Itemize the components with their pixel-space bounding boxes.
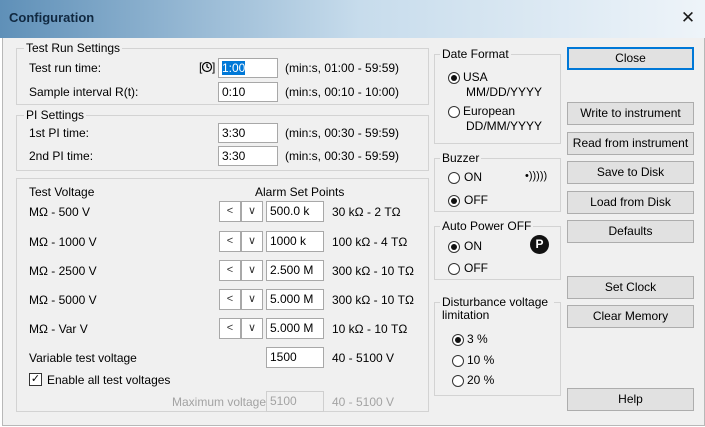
buzzer-on-label: ON [464,170,482,184]
date-format-legend: Date Format [440,47,511,61]
alarm-dropdown-button[interactable]: ∨ [241,318,263,339]
sample-interval-label: Sample interval R(t): [29,85,139,99]
alarm-decrease-button[interactable]: < [219,231,241,252]
alarm-dropdown-button[interactable]: ∨ [241,260,263,281]
auto-power-off-radio[interactable] [448,263,460,275]
variable-voltage-input[interactable]: 1500 [266,347,324,368]
voltage-row-label: MΩ - 5000 V [29,293,97,307]
disturbance-20-label: 20 % [467,373,495,387]
window-close-button[interactable]: ✕ [677,8,699,28]
alarm-value-input[interactable]: 5.000 M [266,289,324,310]
pi2-input[interactable]: 3:30 [218,146,278,166]
alarm-value-input[interactable]: 1000 k [266,231,324,252]
load-from-disk-button[interactable]: Load from Disk [567,191,694,214]
date-usa-radio[interactable] [448,72,460,84]
max-voltage-range: 40 - 5100 V [332,395,395,409]
pi1-range: (min:s, 00:30 - 59:59) [285,126,400,140]
save-to-disk-button[interactable]: Save to Disk [567,161,694,184]
sound-icon: •))))) [525,170,548,182]
clear-memory-button[interactable]: Clear Memory [567,305,694,328]
run-time-label: Test run time: [29,61,102,75]
date-european-format: DD/MM/YYYY [466,119,543,133]
window-title: Configuration [9,10,95,25]
sample-interval-range: (min:s, 00:10 - 10:00) [285,85,400,99]
pi2-label: 2nd PI time: [29,149,94,163]
set-clock-button[interactable]: Set Clock [567,276,694,299]
variable-voltage-label: Variable test voltage [29,351,137,365]
disturbance-20-radio[interactable] [452,375,464,387]
alarm-decrease-button[interactable]: < [219,260,241,281]
svg-text:]: ] [212,60,215,74]
disturbance-10-radio[interactable] [452,355,464,367]
pi1-label: 1st PI time: [29,126,90,140]
close-button[interactable]: Close [567,47,694,70]
disturbance-3-label: 3 % [467,332,488,346]
alarm-decrease-button[interactable]: < [219,201,241,222]
buzzer-legend: Buzzer [440,151,482,165]
auto-power-on-radio[interactable] [448,241,460,253]
alarm-range: 100 kΩ - 4 TΩ [332,235,408,249]
disturbance-3-radio[interactable] [452,334,464,346]
run-time-value: 1:00 [222,61,246,75]
disturbance-legend: Disturbance voltage limitation [440,296,554,322]
enable-all-label: Enable all test voltages [47,373,171,387]
disturbance-10-label: 10 % [467,353,495,367]
power-badge-icon: P [530,235,549,254]
max-voltage-label: Maximum voltage: [172,395,270,409]
date-usa-format: MM/DD/YYYY [466,85,543,99]
alarm-dropdown-button[interactable]: ∨ [241,289,263,310]
title-bar [0,0,705,38]
buzzer-off-label: OFF [464,193,488,207]
help-button[interactable]: Help [567,388,694,411]
voltage-row-label: MΩ - 1000 V [29,235,97,249]
alarm-value-input[interactable]: 5.000 M [266,318,324,339]
voltage-row-label: MΩ - 2500 V [29,264,97,278]
alarm-set-points-header: Alarm Set Points [255,185,345,199]
auto-power-off-label: OFF [464,261,488,275]
timer-icon[interactable]: [] [199,59,215,75]
alarm-range: 10 kΩ - 10 TΩ [332,322,408,336]
alarm-decrease-button[interactable]: < [219,318,241,339]
run-time-input[interactable]: 1:00 [218,58,278,78]
enable-all-checkbox[interactable]: ✓ [29,373,42,386]
date-european-radio[interactable] [448,106,460,118]
date-usa-label: USA [463,70,488,84]
buzzer-off-radio[interactable] [448,195,460,207]
voltage-row-label: MΩ - 500 V [29,205,90,219]
defaults-button[interactable]: Defaults [567,220,694,243]
alarm-range: 300 kΩ - 10 TΩ [332,293,414,307]
voltage-row-label: MΩ - Var V [29,322,88,336]
alarm-value-input[interactable]: 2.500 M [266,260,324,281]
write-to-instrument-button[interactable]: Write to instrument [567,102,694,125]
auto-power-legend: Auto Power OFF [440,219,534,233]
pi-legend: PI Settings [24,108,87,122]
alarm-dropdown-button[interactable]: ∨ [241,231,263,252]
pi1-input[interactable]: 3:30 [218,123,278,143]
test-run-legend: Test Run Settings [24,41,123,55]
read-from-instrument-button[interactable]: Read from instrument [567,132,694,155]
date-european-label: European [463,104,516,118]
run-time-range: (min:s, 01:00 - 59:59) [285,61,400,75]
alarm-range: 300 kΩ - 10 TΩ [332,264,414,278]
test-voltage-header: Test Voltage [29,185,95,199]
alarm-dropdown-button[interactable]: ∨ [241,201,263,222]
alarm-decrease-button[interactable]: < [219,289,241,310]
max-voltage-input: 5100 [266,391,324,412]
variable-voltage-range: 40 - 5100 V [332,351,395,365]
pi2-range: (min:s, 00:30 - 59:59) [285,149,400,163]
alarm-range: 30 kΩ - 2 TΩ [332,205,401,219]
alarm-value-input[interactable]: 500.0 k [266,201,324,222]
sample-interval-input[interactable]: 0:10 [218,82,278,102]
auto-power-on-label: ON [464,239,482,253]
buzzer-on-radio[interactable] [448,172,460,184]
